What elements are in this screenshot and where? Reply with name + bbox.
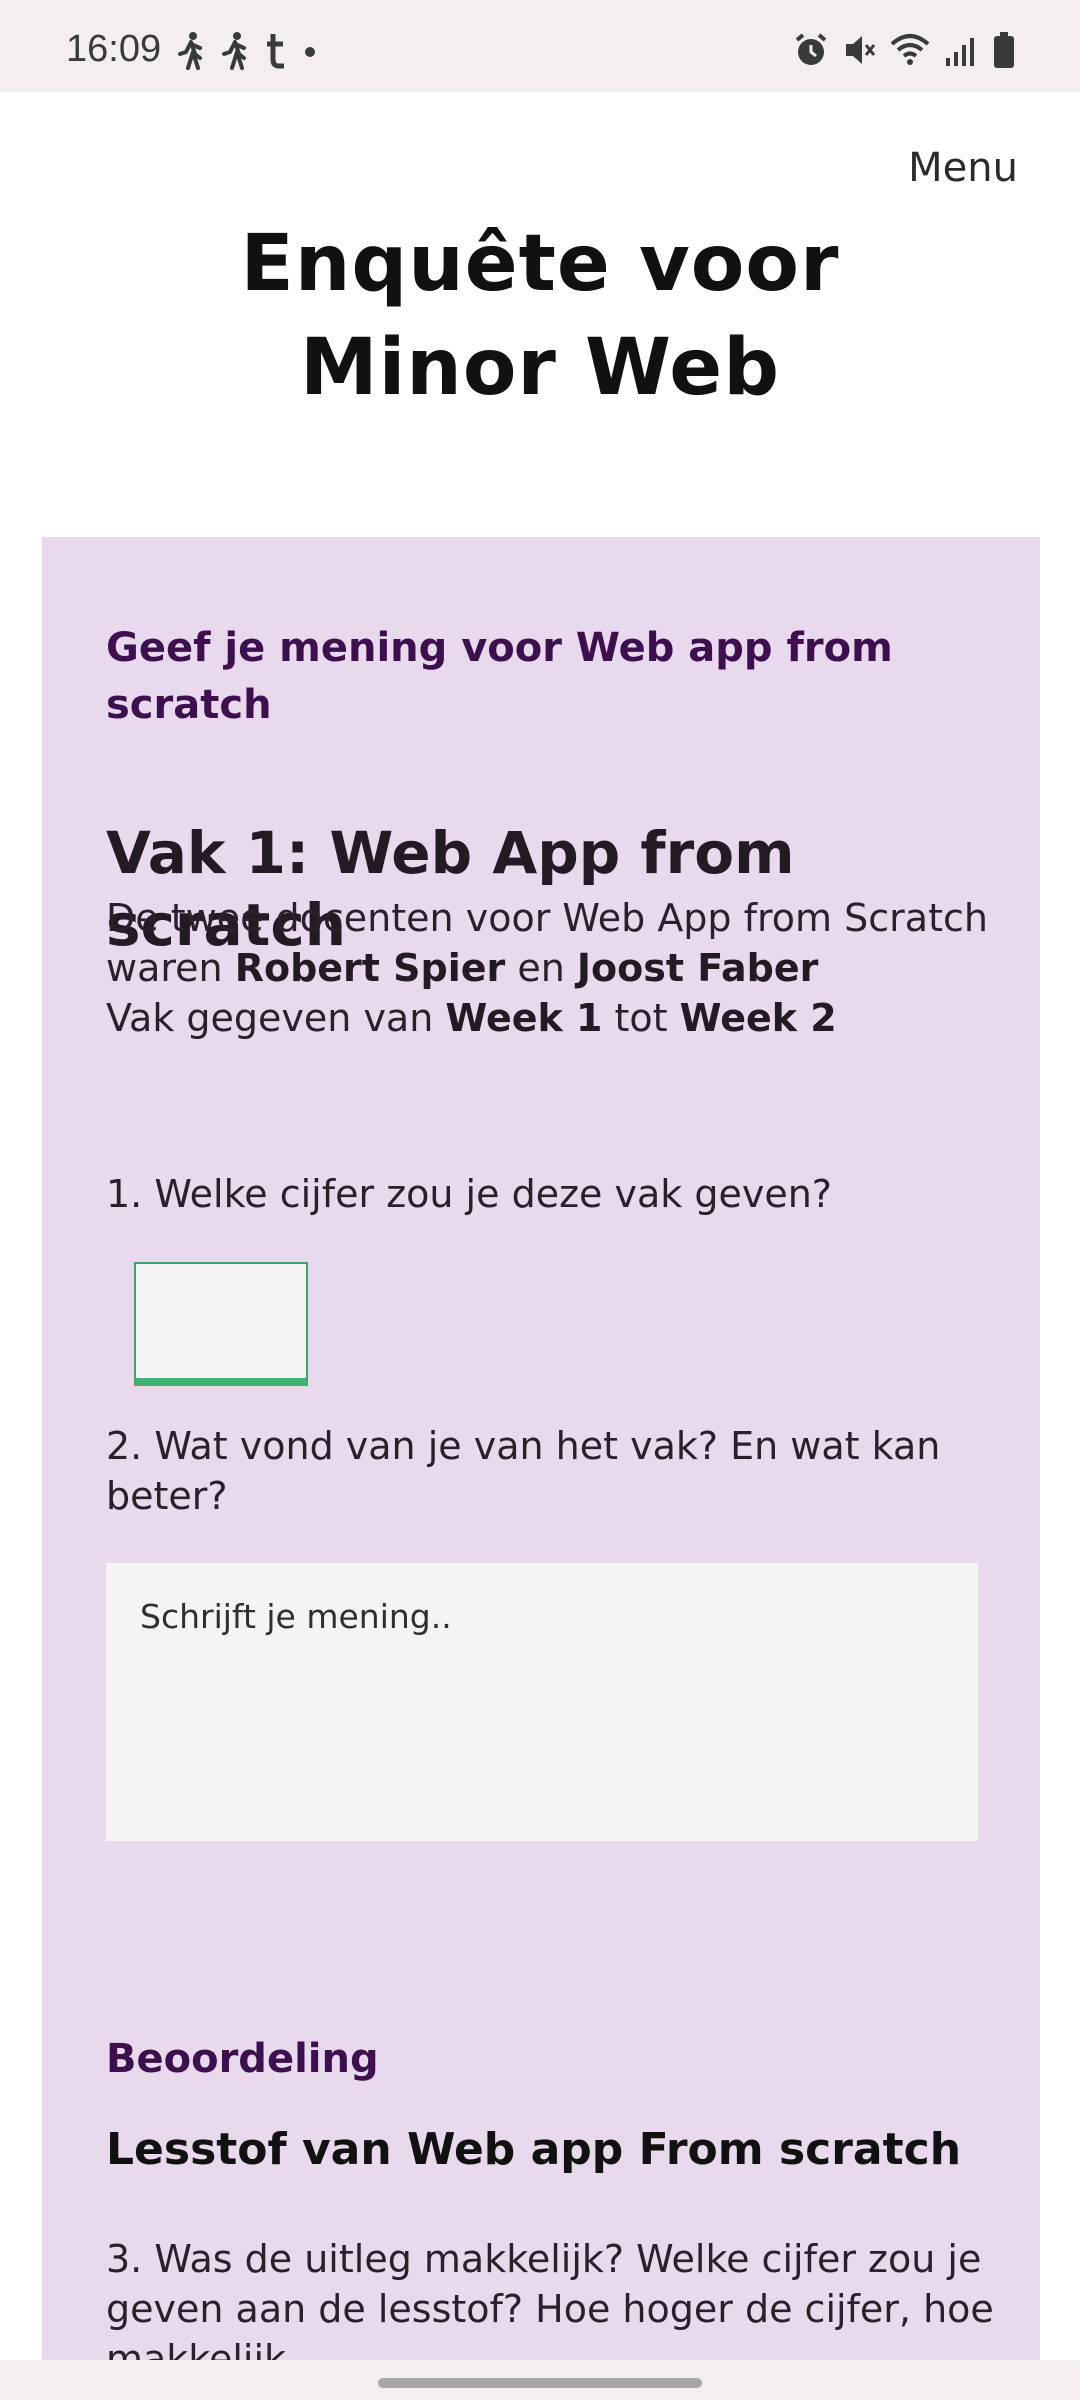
page-title: Enquête voor Minor Web	[0, 212, 1080, 420]
teacher-name-1: Robert Spier	[234, 946, 506, 990]
period-intro: Vak gegeven van	[106, 996, 446, 1040]
week-end: Week 2	[679, 996, 837, 1040]
desc-and: en	[505, 946, 577, 990]
course-description: De twee docenten voor Web App from Scrat…	[106, 893, 1006, 1043]
walking-icon	[220, 30, 250, 70]
period-tot: tot	[602, 996, 680, 1040]
signal-icon	[944, 32, 978, 68]
wifi-icon	[890, 32, 930, 68]
question-1: 1. Welke cijfer zou je deze vak geven?	[106, 1172, 832, 1216]
status-time: 16:09	[66, 28, 162, 70]
dot-icon	[302, 30, 318, 70]
navigation-bar	[0, 2360, 1080, 2400]
survey-card: Geef je mening voor Web app from scratch…	[42, 537, 1040, 2400]
battery-icon	[992, 31, 1016, 69]
page-title-line2: Minor Web	[299, 323, 781, 413]
section-label: Geef je mening voor Web app from scratch	[106, 625, 893, 728]
status-bar: 16:09	[0, 0, 1080, 92]
walking-icon	[176, 30, 206, 70]
opinion-textarea[interactable]	[106, 1563, 978, 1841]
home-gesture-handle[interactable]	[378, 2378, 702, 2388]
lesstof-heading: Lesstof van Web app From scratch	[106, 2124, 962, 2175]
section-label-beoordeling: Beoordeling	[106, 2036, 379, 2082]
teacher-name-2: Joost Faber	[576, 946, 819, 990]
alarm-icon	[794, 32, 828, 68]
question-2: 2. Wat vond van je van het vak? En wat k…	[106, 1424, 941, 1518]
grade-input[interactable]	[134, 1262, 308, 1386]
mute-icon	[842, 32, 876, 68]
page-title-line1: Enquête voor	[240, 219, 840, 309]
week-start: Week 1	[445, 996, 603, 1040]
tumblr-icon	[264, 30, 288, 70]
status-left-icons	[176, 30, 318, 70]
status-right-icons	[794, 30, 1016, 70]
menu-link[interactable]: Menu	[908, 145, 1018, 191]
